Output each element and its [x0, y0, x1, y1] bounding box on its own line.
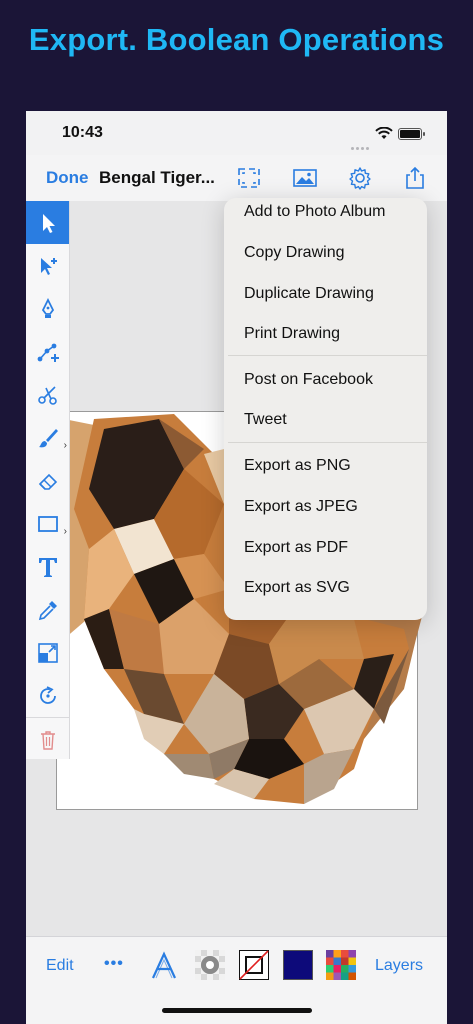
- menu-item-export-svg[interactable]: Export as SVG: [244, 579, 350, 597]
- transform-tool[interactable]: [26, 631, 69, 674]
- bottom-toolbar: Edit ••• Layers: [26, 936, 447, 1024]
- device-screen: 10:43 Done Bengal Tiger... › › Add to Ph…: [26, 111, 447, 1024]
- menu-separator: [228, 442, 427, 443]
- scissors-tool[interactable]: [26, 373, 69, 416]
- menu-item-export-png[interactable]: Export as PNG: [244, 457, 351, 475]
- fit-screen-icon[interactable]: [236, 166, 262, 190]
- menu-item-copy-drawing[interactable]: Copy Drawing: [244, 244, 344, 262]
- pen-nib-icon: [41, 297, 54, 318]
- document-title: Bengal Tiger...: [99, 168, 215, 187]
- menu-item-post-on-facebook[interactable]: Post on Facebook: [244, 371, 373, 389]
- pen-tool[interactable]: [26, 287, 69, 330]
- eyedropper-tool[interactable]: [26, 588, 69, 631]
- menu-item-duplicate-drawing[interactable]: Duplicate Drawing: [244, 285, 374, 303]
- battery-icon: [398, 128, 425, 140]
- eraser-tool[interactable]: [26, 459, 69, 502]
- stroke-color-swatch-icon[interactable]: [239, 950, 269, 980]
- rectangle-icon: [37, 515, 58, 532]
- image-icon[interactable]: [292, 166, 318, 190]
- shadow-effect-icon[interactable]: [195, 950, 225, 980]
- add-anchor-tool[interactable]: [26, 330, 69, 373]
- menu-item-export-pdf[interactable]: Export as PDF: [244, 539, 348, 557]
- text-t-icon: [38, 557, 57, 577]
- paintbrush-icon: [38, 428, 58, 447]
- status-time: 10:43: [62, 124, 103, 141]
- export-menu-popover: Add to Photo Album Copy Drawing Duplicat…: [224, 198, 427, 620]
- arrow-pointer-icon: [42, 213, 55, 233]
- rotate-icon: [39, 685, 56, 704]
- brush-tool[interactable]: ›: [26, 416, 69, 459]
- layers-button[interactable]: Layers: [375, 957, 423, 975]
- promo-title: Export. Boolean Operations: [28, 22, 445, 57]
- delete-tool[interactable]: [26, 717, 69, 761]
- fill-color-swatch[interactable]: [283, 950, 313, 980]
- scale-icon: [37, 642, 58, 663]
- text-tool[interactable]: [26, 545, 69, 588]
- share-icon[interactable]: [402, 166, 428, 190]
- menu-item-print-drawing[interactable]: Print Drawing: [244, 325, 340, 343]
- direct-selection-tool[interactable]: [26, 244, 69, 287]
- menu-separator: [228, 355, 427, 356]
- selection-tool[interactable]: [26, 201, 69, 244]
- home-indicator: [162, 1008, 312, 1013]
- status-bar: 10:43: [26, 111, 447, 155]
- trash-icon: [40, 730, 55, 750]
- eraser-icon: [38, 473, 57, 490]
- menu-item-export-jpeg[interactable]: Export as JPEG: [244, 498, 358, 516]
- arrow-plus-icon: [40, 257, 57, 275]
- rectangle-tool[interactable]: ›: [26, 502, 69, 545]
- edit-button[interactable]: Edit: [46, 957, 74, 975]
- wifi-icon: [375, 127, 393, 139]
- tools-panel: › ›: [26, 201, 70, 759]
- color-palette-icon[interactable]: [326, 950, 356, 980]
- submenu-chevron-icon: ›: [63, 526, 67, 537]
- gear-icon[interactable]: [347, 166, 373, 190]
- cellular-signal-icon: [351, 137, 371, 155]
- eyedropper-icon: [38, 600, 57, 620]
- menu-item-tweet[interactable]: Tweet: [244, 411, 287, 429]
- typography-icon[interactable]: [150, 951, 178, 981]
- more-button[interactable]: •••: [104, 955, 124, 973]
- submenu-chevron-icon: ›: [63, 440, 67, 451]
- menu-item-add-to-photo-album[interactable]: Add to Photo Album: [244, 203, 385, 221]
- rotate-tool[interactable]: [26, 674, 69, 717]
- navigation-bar: Done Bengal Tiger...: [26, 155, 447, 202]
- add-anchor-point-icon: [37, 343, 59, 362]
- done-button[interactable]: Done: [46, 168, 89, 188]
- scissors-icon: [37, 385, 57, 405]
